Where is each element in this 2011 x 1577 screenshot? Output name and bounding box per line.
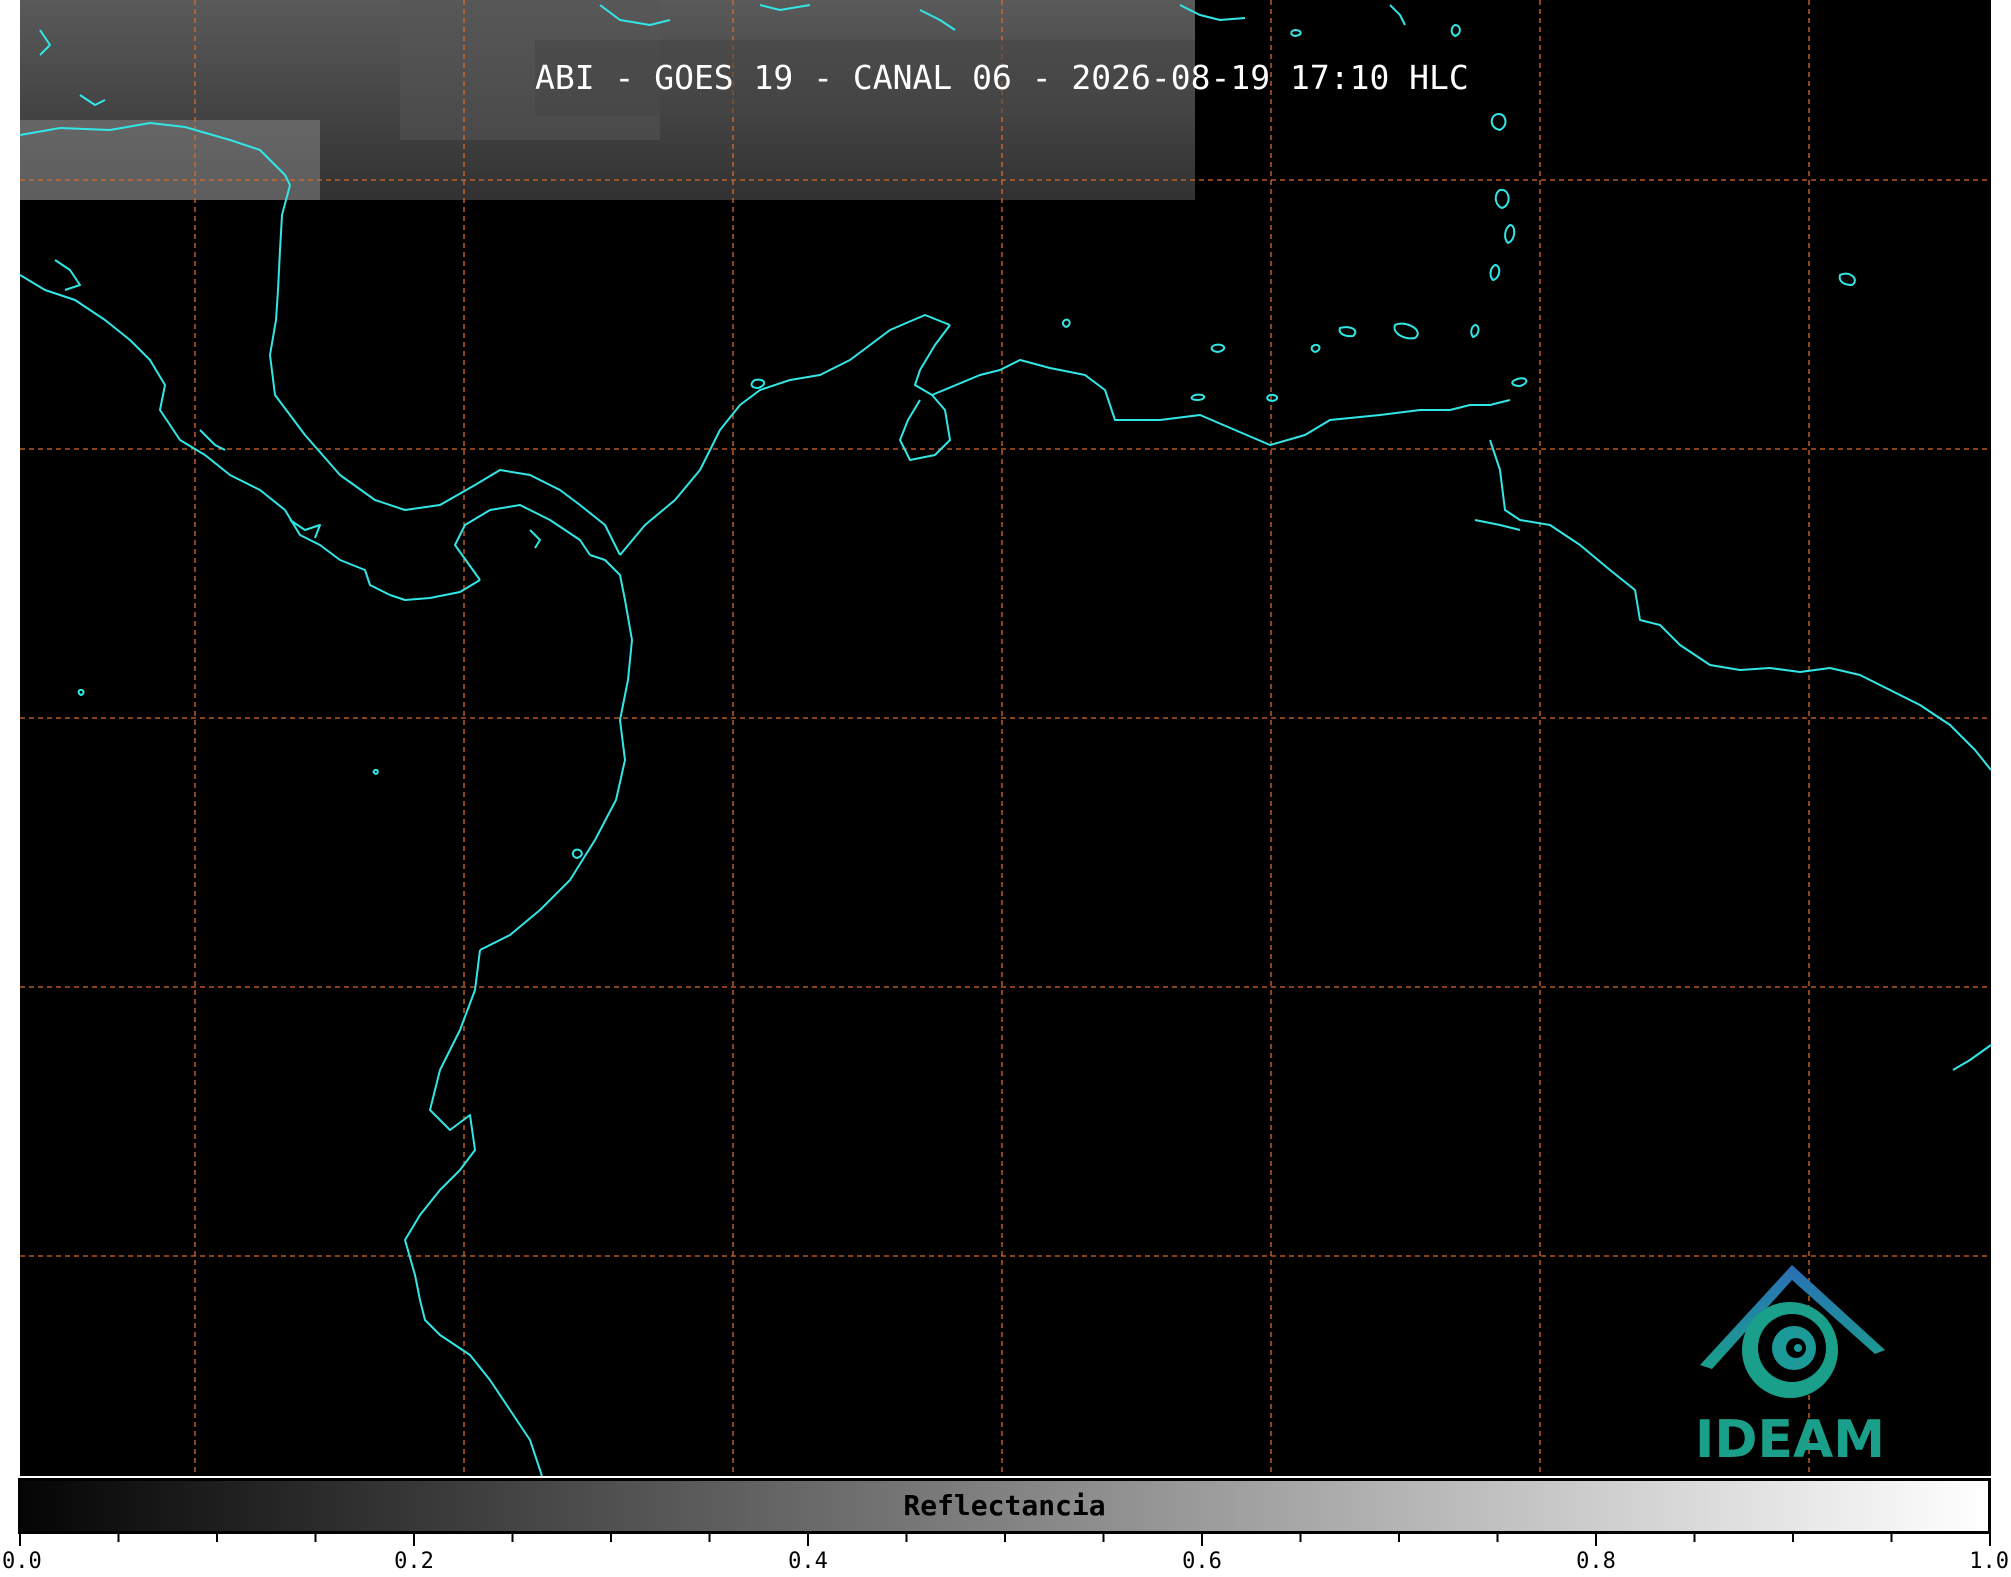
coastline-panama xyxy=(479,554,633,951)
coastline-colombia-pacific xyxy=(404,949,543,1476)
island-outline xyxy=(1489,264,1501,281)
coastline-venezuela-east xyxy=(1489,439,1991,771)
island-outline xyxy=(1210,343,1226,353)
island-outline xyxy=(1490,113,1507,131)
island-outline xyxy=(1190,393,1206,401)
island-outline xyxy=(1838,272,1856,286)
colorbar-axis: 0.0 0.2 0.4 0.6 0.8 1.0 xyxy=(2,1534,2009,1574)
coastline-colombia-caribbean xyxy=(619,314,951,556)
island-outline xyxy=(54,259,81,291)
island-outline xyxy=(1310,343,1321,353)
ideam-logo: IDEAM xyxy=(1660,1250,1920,1472)
island-outline xyxy=(372,768,379,775)
coastline-bolivar-coast xyxy=(1474,519,1521,531)
logo-emblem xyxy=(1700,1265,1885,1398)
island-outline xyxy=(571,848,583,859)
colorbar-tick-label: 0.4 xyxy=(788,1549,828,1574)
coastline-yucatan xyxy=(269,184,621,556)
island-outline xyxy=(1494,188,1510,209)
island-outline xyxy=(77,688,85,696)
island-outline xyxy=(289,519,321,539)
island-outline xyxy=(529,529,541,549)
colorbar-tick-label: 0.6 xyxy=(1182,1549,1222,1574)
coastline-southeast xyxy=(1952,1044,1991,1071)
logo-text: IDEAM xyxy=(1694,1410,1886,1470)
island-outline xyxy=(1061,318,1071,328)
island-outline xyxy=(1511,377,1528,387)
island-outline xyxy=(750,378,766,389)
logo-swirl-dot xyxy=(1794,1344,1802,1352)
island-outline xyxy=(1266,393,1278,402)
colorbar-label: Reflectancia xyxy=(903,1489,1106,1522)
island-outline xyxy=(199,429,226,451)
colorbar-tick-label: 0.0 xyxy=(2,1549,42,1574)
colorbar-tick-label: 1.0 xyxy=(1969,1549,2009,1574)
colorbar: Reflectancia xyxy=(18,1478,1991,1534)
island-outline xyxy=(1504,224,1516,244)
cloud-patch xyxy=(20,120,320,200)
colorbar-tick-label: 0.2 xyxy=(394,1549,434,1574)
island-outline xyxy=(1450,24,1461,37)
title-box: ABI - GOES 19 - CANAL 06 - 2026-08-19 17… xyxy=(535,40,1469,116)
colorbar-tick-label: 0.8 xyxy=(1576,1549,1616,1574)
satellite-map: ABI - GOES 19 - CANAL 06 - 2026-08-19 17… xyxy=(20,0,1991,1476)
island-outline xyxy=(1338,326,1357,338)
island-outline xyxy=(1290,29,1302,37)
island-outline xyxy=(1470,324,1480,338)
island-outline xyxy=(1389,4,1406,26)
coastline-central-america-south xyxy=(389,579,481,601)
coastline-honduras xyxy=(454,504,591,581)
island-outline xyxy=(1393,322,1419,340)
map-title: ABI - GOES 19 - CANAL 06 - 2026-08-19 17… xyxy=(535,58,1469,97)
coastline-guajira xyxy=(899,324,951,461)
coastline-venezuela xyxy=(931,359,1511,446)
